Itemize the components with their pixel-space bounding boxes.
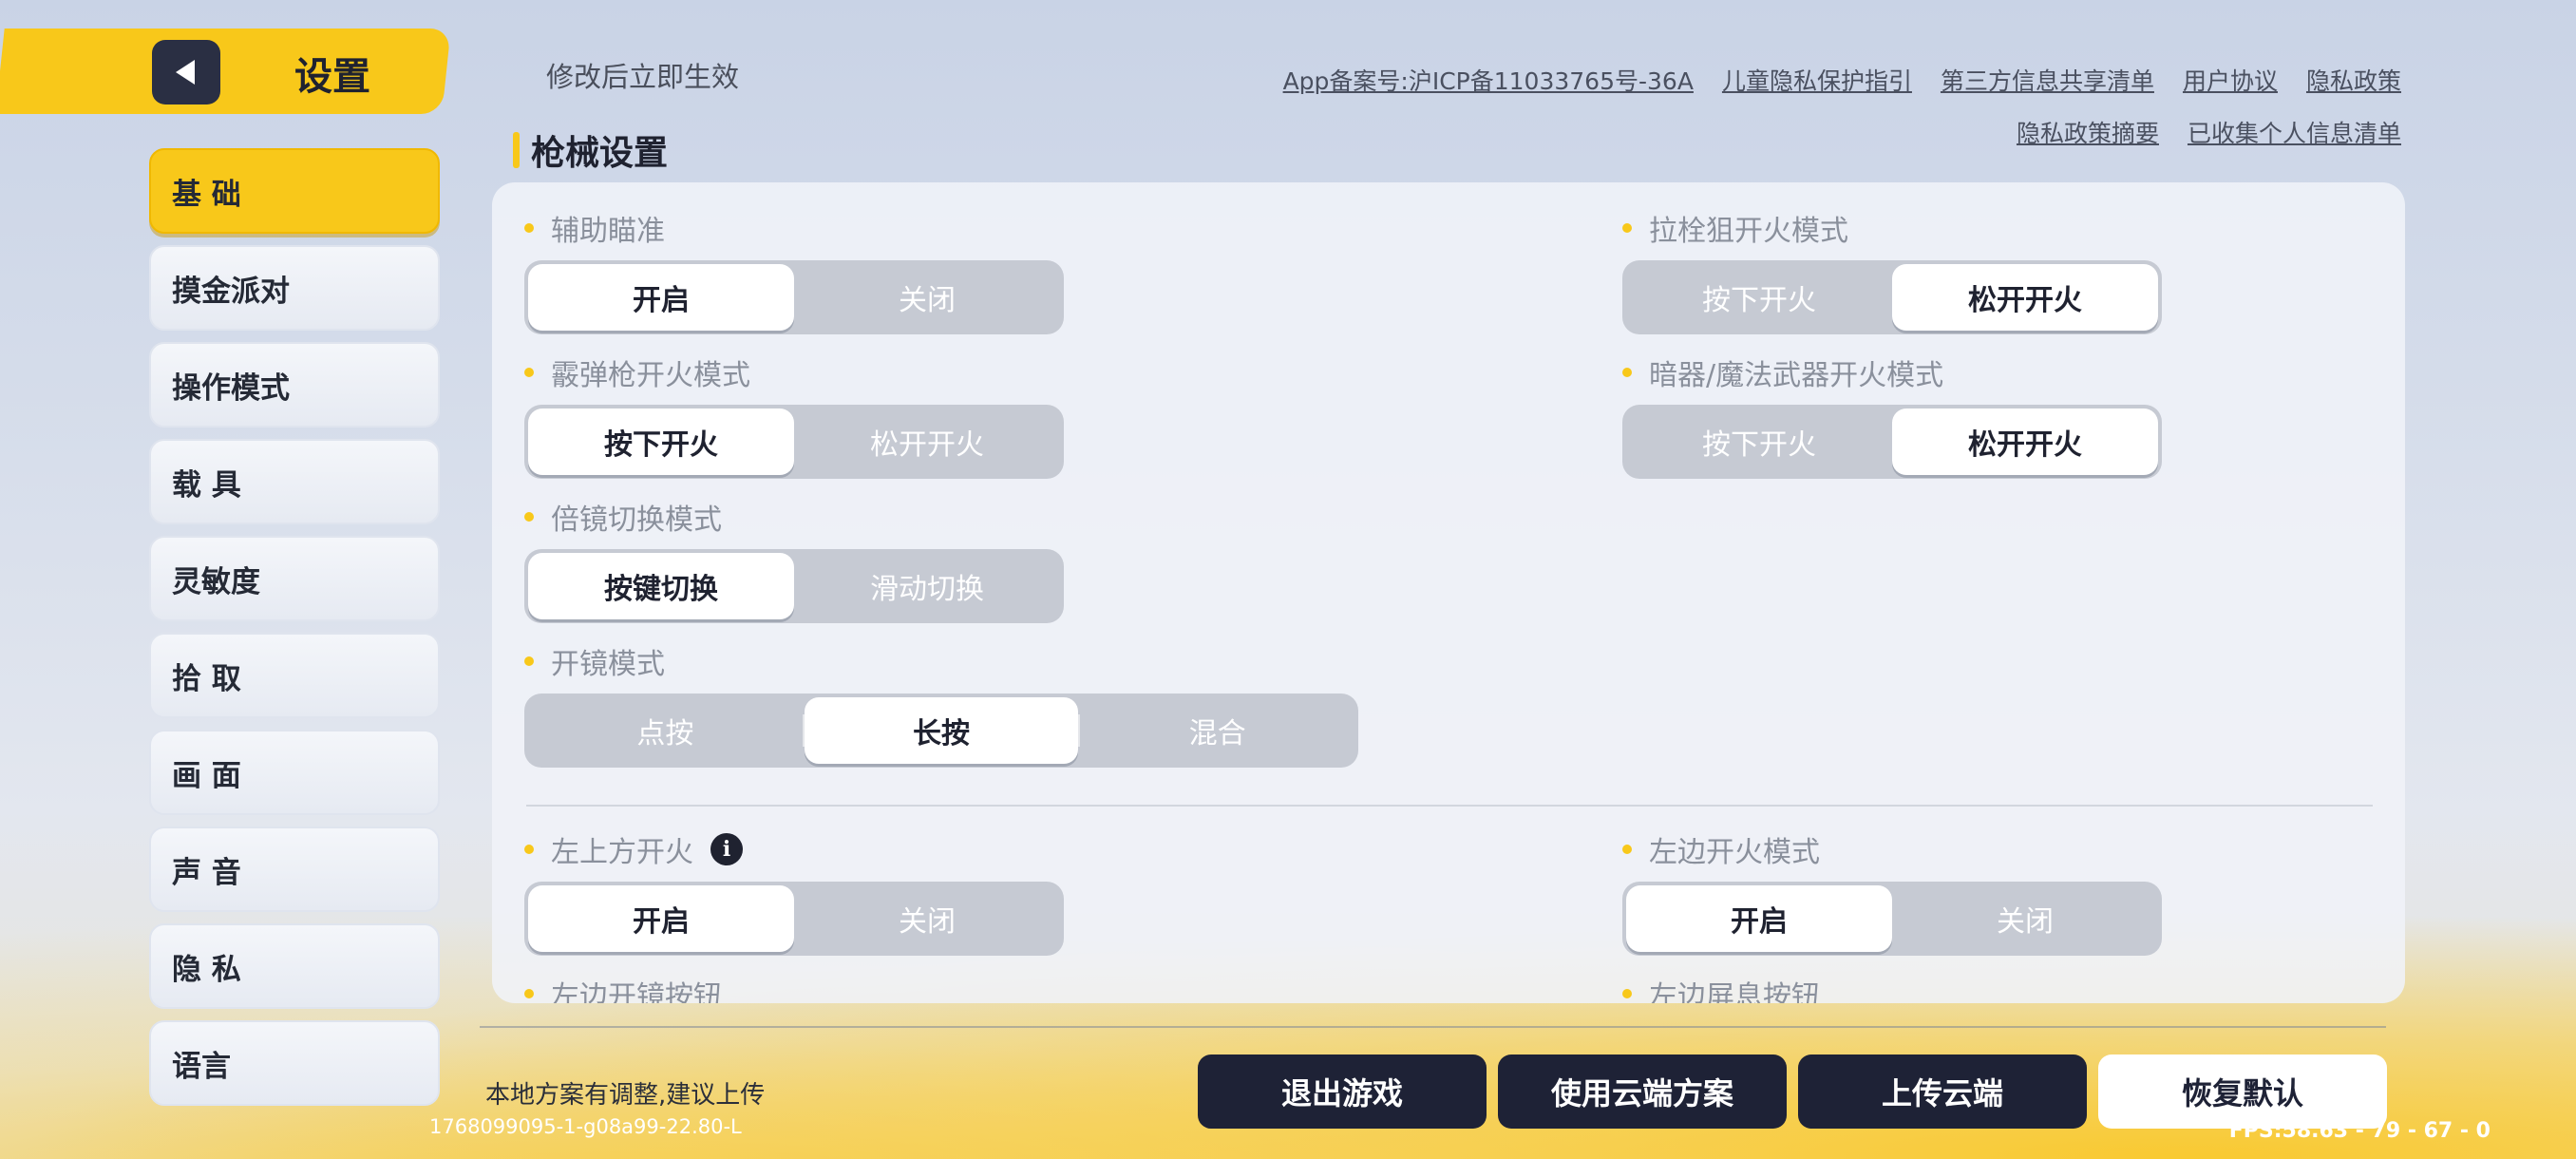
left-fire-on-option[interactable]: 开启 <box>1626 885 1892 952</box>
upload-cloud-button[interactable]: 上传云端 <box>1798 1054 2087 1129</box>
bullet-dot <box>1622 845 1632 854</box>
bottom-divider <box>480 1026 2386 1028</box>
section-title: 枪械设置 <box>531 134 669 173</box>
setting-label: 左边开火模式 <box>1649 836 1820 869</box>
sidebar-item-graphics[interactable]: 画 面 <box>149 730 440 815</box>
setting-top-left-fire: 左上方开火 i 开启 关闭 <box>524 830 1064 956</box>
setting-label: 左边开镜按钮 <box>551 980 722 1003</box>
shotgun-release-fire-option[interactable]: 松开开火 <box>794 408 1060 475</box>
apply-hint: 修改后立即生效 <box>546 61 740 93</box>
title-bar <box>0 28 451 114</box>
back-button[interactable] <box>152 40 220 104</box>
collected-info-link[interactable]: 已收集个人信息清单 <box>2188 115 2401 149</box>
setting-label: 霰弹枪开火模式 <box>551 359 750 392</box>
scope-mode-toggle: 点按 长按 混合 <box>524 694 1358 768</box>
aim-assist-toggle: 开启 关闭 <box>524 260 1064 334</box>
setting-label: 辅助瞄准 <box>551 215 665 248</box>
setting-scope-mode: 开镜模式 点按 长按 混合 <box>524 642 1358 768</box>
scope-mixed-option[interactable]: 混合 <box>1080 697 1354 764</box>
bullet-dot <box>524 512 534 522</box>
sidebar-item-vehicle[interactable]: 载 具 <box>149 439 440 524</box>
shotgun-press-fire-option[interactable]: 按下开火 <box>528 408 794 475</box>
bolt-sniper-fire-toggle: 按下开火 松开开火 <box>1622 260 2162 334</box>
sidebar-item-basic[interactable]: 基 础 <box>149 148 440 234</box>
bullet-dot <box>1622 223 1632 233</box>
bullet-dot <box>524 989 534 998</box>
scope-switch-toggle: 按键切换 滑动切换 <box>524 549 1064 623</box>
page-title: 设置 <box>294 55 370 99</box>
scope-slide-switch-option[interactable]: 滑动切换 <box>794 553 1060 619</box>
bullet-dot <box>524 845 534 854</box>
sidebar-item-pickup[interactable]: 拾 取 <box>149 633 440 718</box>
hidden-release-fire-option[interactable]: 松开开火 <box>1892 408 2158 475</box>
info-icon[interactable]: i <box>710 833 743 865</box>
icp-link[interactable]: App备案号:沪ICP备11033765号-36A <box>1283 63 1694 97</box>
top-left-fire-on-option[interactable]: 开启 <box>528 885 794 952</box>
scope-tap-option[interactable]: 点按 <box>528 697 803 764</box>
setting-left-fire-mode: 左边开火模式 开启 关闭 <box>1622 830 2162 956</box>
setting-label: 左上方开火 <box>551 836 693 869</box>
setting-hidden-weapon-fire: 暗器/魔法武器开火模式 按下开火 松开开火 <box>1622 353 2162 479</box>
sidebar-item-sensitivity[interactable]: 灵敏度 <box>149 536 440 621</box>
sidebar-item-sound[interactable]: 声 音 <box>149 826 440 912</box>
sidebar-item-party[interactable]: 摸金派对 <box>149 245 440 331</box>
setting-label: 开镜模式 <box>551 648 665 681</box>
user-agreement-link[interactable]: 用户协议 <box>2183 63 2278 97</box>
sidebar: 基 础 摸金派对 操作模式 载 具 灵敏度 拾 取 画 面 声 音 隐 私 语言 <box>149 148 440 1117</box>
setting-shotgun-fire: 霰弹枪开火模式 按下开火 松开开火 <box>524 353 1064 479</box>
child-privacy-link[interactable]: 儿童隐私保护指引 <box>1722 63 1912 97</box>
sidebar-item-privacy[interactable]: 隐 私 <box>149 923 440 1009</box>
sidebar-item-controls[interactable]: 操作模式 <box>149 342 440 428</box>
setting-label: 倍镜切换模式 <box>551 504 722 537</box>
section-divider <box>526 805 2373 807</box>
setting-scope-switch: 倍镜切换模式 按键切换 滑动切换 <box>524 498 1064 623</box>
hidden-weapon-fire-toggle: 按下开火 松开开火 <box>1622 405 2162 479</box>
bullet-dot <box>524 656 534 666</box>
version-string: 1768099095-1-g08a99-22.80-L <box>429 1115 742 1138</box>
sniper-release-fire-option[interactable]: 松开开火 <box>1892 264 2158 331</box>
shotgun-fire-toggle: 按下开火 松开开火 <box>524 405 1064 479</box>
left-fire-off-option[interactable]: 关闭 <box>1892 885 2158 952</box>
scope-hold-option[interactable]: 长按 <box>804 697 1079 764</box>
aim-assist-on-option[interactable]: 开启 <box>528 264 794 331</box>
bullet-dot <box>524 368 534 377</box>
legal-links-row1: App备案号:沪ICP备11033765号-36A 儿童隐私保护指引 第三方信息… <box>1283 63 2401 97</box>
setting-label: 拉栓狙开火模式 <box>1649 215 1848 248</box>
setting-label: 左边屏息按钮 <box>1649 980 1820 1003</box>
settings-panel: 辅助瞄准 开启 关闭 霰弹枪开火模式 按下开火 松开开火 倍镜切换模式 按键切换… <box>492 182 2405 1003</box>
left-fire-mode-toggle: 开启 关闭 <box>1622 882 2162 956</box>
restore-default-button[interactable]: 恢复默认 <box>2098 1054 2387 1129</box>
privacy-policy-link[interactable]: 隐私政策 <box>2306 63 2401 97</box>
scope-key-switch-option[interactable]: 按键切换 <box>528 553 794 619</box>
triangle-left-icon <box>176 60 195 85</box>
setting-left-hold-breath: 左边屏息按钮 <box>1622 975 2162 1003</box>
hidden-press-fire-option[interactable]: 按下开火 <box>1626 408 1892 475</box>
use-cloud-plan-button[interactable]: 使用云端方案 <box>1498 1054 1787 1129</box>
third-party-share-link[interactable]: 第三方信息共享清单 <box>1941 63 2154 97</box>
top-left-fire-off-option[interactable]: 关闭 <box>794 885 1060 952</box>
section-accent-bar <box>513 132 520 168</box>
aim-assist-off-option[interactable]: 关闭 <box>794 264 1060 331</box>
setting-label: 暗器/魔法武器开火模式 <box>1649 359 1944 392</box>
upload-suggestion: 本地方案有调整,建议上传 <box>485 1081 766 1110</box>
bullet-dot <box>1622 989 1632 998</box>
setting-left-scope-button: 左边开镜按钮 <box>524 975 1064 1003</box>
top-left-fire-toggle: 开启 关闭 <box>524 882 1064 956</box>
privacy-summary-link[interactable]: 隐私政策摘要 <box>2017 115 2159 149</box>
section-header: 枪械设置 <box>513 125 668 175</box>
legal-links-row2: 隐私政策摘要 已收集个人信息清单 <box>2017 115 2401 149</box>
setting-aim-assist: 辅助瞄准 开启 关闭 <box>524 209 1064 334</box>
sniper-press-fire-option[interactable]: 按下开火 <box>1626 264 1892 331</box>
bullet-dot <box>1622 368 1632 377</box>
bullet-dot <box>524 223 534 233</box>
setting-bolt-sniper-fire: 拉栓狙开火模式 按下开火 松开开火 <box>1622 209 2162 334</box>
fps-readout: FPS:58.63 - 79 - 67 - 0 <box>2228 1119 2491 1143</box>
sidebar-item-language[interactable]: 语言 <box>149 1020 440 1106</box>
exit-game-button[interactable]: 退出游戏 <box>1198 1054 1487 1129</box>
